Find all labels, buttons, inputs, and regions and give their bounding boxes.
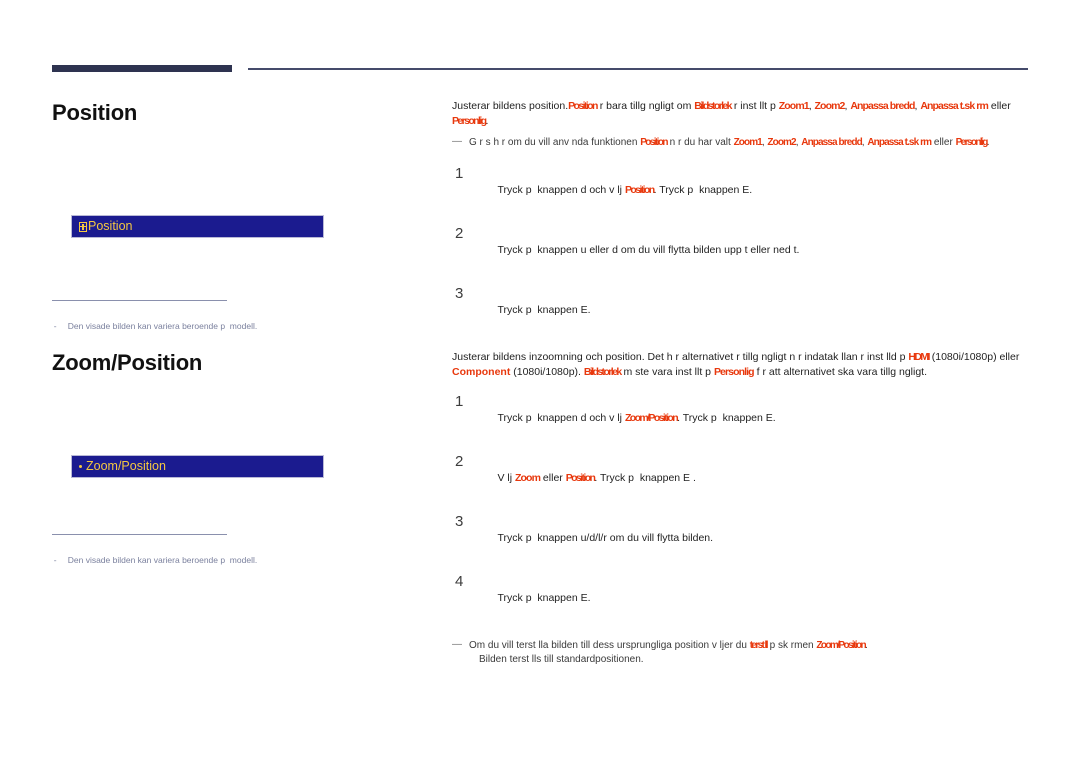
intro-mid-3: m ste vara inst llt p (620, 365, 714, 378)
osd-menu-strip-zoom-position[interactable]: Zoom/Position (71, 455, 324, 478)
intro-mid-1: r bara tillg ngligt om (596, 100, 695, 112)
step-number: 2 (455, 453, 464, 470)
step-number: 1 (455, 165, 464, 182)
caption-note-text: Den visade bilden kan variera beroende p… (67, 555, 258, 565)
term-zoom2: Zoom2 (814, 100, 846, 112)
note-mid-1: p sk rmen (766, 640, 817, 651)
step-text-post: . Tryck p knappen E. (677, 412, 776, 424)
note-term-position: Position (640, 137, 668, 148)
note-tail: . (986, 137, 990, 148)
note-position: G r s h r om du vill anv nda funktionen … (452, 135, 1030, 150)
term-anpassa-till-skarm: Anpassa t.sk rm (920, 100, 989, 112)
intro-tail: f r att alternativet ska vara tillg ngli… (753, 365, 928, 378)
note-lead: G r s h r om du vill anv nda funktionen (469, 137, 641, 148)
step-text-mid: eller (540, 472, 566, 484)
step-term-position: Position (565, 472, 596, 484)
header-rule-thick (52, 65, 232, 72)
header-rule-thin (248, 68, 1028, 70)
term-hdmi: HDMI (908, 351, 930, 363)
step-text-pre: Tryck p knappen u/d/l/r om du vill flytt… (497, 532, 714, 544)
step-item: 1 Tryck p knappen d och v lj Zoom/Positio… (452, 393, 1030, 439)
step-item: 3 Tryck p knappen u/d/l/r om du vill flyt… (452, 513, 1030, 559)
intro-lead: Justerar bildens inzoomning och position… (452, 351, 909, 363)
step-item: 3 Tryck p knappen E. (452, 285, 1030, 331)
note-term-zoom1: Zoom1 (733, 137, 763, 148)
term-component: Component (452, 365, 511, 378)
caption-divider-position (52, 300, 227, 301)
caption-dash-icon: - (53, 555, 57, 565)
step-text-post: . Tryck p knappen E. (653, 184, 753, 196)
step-term-zoom: Zoom (515, 472, 541, 484)
step-number: 4 (455, 573, 464, 590)
page-header-rules (0, 0, 1080, 72)
caption-note-zoom-position: - Den visade bilden kan variera beroende … (49, 545, 257, 565)
step-item: 2 Tryck p knappen u eller d om du vill fl… (452, 225, 1030, 271)
note-term-anpassa-bredd: Anpassa bredd (801, 137, 862, 148)
steps-list-position: 1 Tryck p knappen d och v lj Position. Tr… (452, 165, 1030, 331)
note-term-aterstall: terst ll (749, 640, 769, 651)
term-anpassa-bredd: Anpassa bredd (850, 100, 915, 112)
step-text-pre: V lj (497, 472, 516, 484)
term-personlig: Personlig (713, 365, 755, 378)
intro-mid-2: r inst llt p (730, 100, 779, 112)
intro-mid-3: eller (987, 100, 1011, 112)
bullet-dot-icon (79, 465, 82, 468)
note-mid-1: n r du har valt (666, 137, 734, 148)
content-column-zoom-position: Justerar bildens inzoomning och position… (452, 350, 1030, 667)
caption-note-position: - Den visade bilden kan variera beroende … (49, 311, 257, 331)
step-item: 4 Tryck p knappen E. (452, 573, 1030, 619)
steps-list-zoom-position: 1 Tryck p knappen d och v lj Zoom/Positio… (452, 393, 1030, 619)
step-text-pre: Tryck p knappen E. (497, 592, 591, 604)
term-personlig: Personlig (452, 114, 487, 127)
step-term-zoom-position: Zoom/Position (624, 412, 679, 424)
note-term-zoom2: Zoom2 (767, 137, 796, 148)
content-column-position: Justerar bildens position.Position r bar… (452, 99, 1030, 331)
section-title-position: Position (52, 100, 138, 125)
note-term-zoom-position: Zoom/Position (816, 640, 866, 651)
note-second-line: Bilden terst lls till standardpositionen… (479, 654, 644, 665)
step-number: 3 (455, 513, 464, 530)
step-text-pre: Tryck p knappen E. (497, 304, 591, 316)
intro-paragraph-zoom-position: Justerar bildens inzoomning och position… (452, 350, 1030, 379)
caption-dash-icon: - (53, 321, 57, 331)
caption-note-text: Den visade bilden kan variera beroende p… (67, 321, 258, 331)
note-term-personlig: Personlig (955, 137, 989, 148)
step-item: 2 V lj Zoom eller Position. Tryck p knapp… (452, 453, 1030, 499)
caption-divider-zoom-position (52, 534, 227, 535)
note-mid-2: eller (931, 137, 956, 148)
note-lead: Om du vill terst lla bilden till dess ur… (469, 640, 750, 651)
term-position: Position (568, 100, 598, 112)
step-number: 1 (455, 393, 464, 410)
step-number: 2 (455, 225, 464, 242)
term-bildstorlek: Bildstorlek (583, 365, 622, 378)
intro-mid-1: (1080i/1080p) eller (928, 351, 1020, 363)
intro-tail: . (485, 114, 489, 127)
intro-mid-2: (1080i/1080p). (510, 365, 584, 378)
term-bildstorlek: Bildstorlek (694, 100, 732, 112)
step-text-pre: Tryck p knappen d och v lj (497, 184, 625, 196)
step-number: 3 (455, 285, 464, 302)
step-text-pre: Tryck p knappen d och v lj (497, 412, 625, 424)
step-term-position: Position (624, 184, 655, 196)
section-title-zoom-position: Zoom/Position (52, 350, 203, 375)
osd-menu-label-zoom-position: Zoom/Position (86, 459, 166, 474)
intro-paragraph-position: Justerar bildens position.Position r bar… (452, 99, 1030, 128)
intro-lead: Justerar bildens position. (452, 100, 569, 112)
osd-menu-label-position: Position (88, 219, 133, 234)
tofu-missing-glyph-icon (79, 221, 87, 232)
osd-menu-strip-position[interactable]: Position (71, 215, 324, 238)
note-tail: . (865, 640, 868, 651)
step-text-pre: Tryck p knappen u eller d om du vill fly… (497, 244, 800, 256)
note-zoom-position: Om du vill terst lla bilden till dess ur… (452, 638, 1030, 667)
term-zoom1: Zoom1 (778, 100, 810, 112)
step-text-post: . Tryck p knappen E . (594, 472, 696, 484)
step-item: 1 Tryck p knappen d och v lj Position. Tr… (452, 165, 1030, 211)
note-term-anpassa-till-skarm: Anpassa t.sk rm (867, 137, 932, 148)
